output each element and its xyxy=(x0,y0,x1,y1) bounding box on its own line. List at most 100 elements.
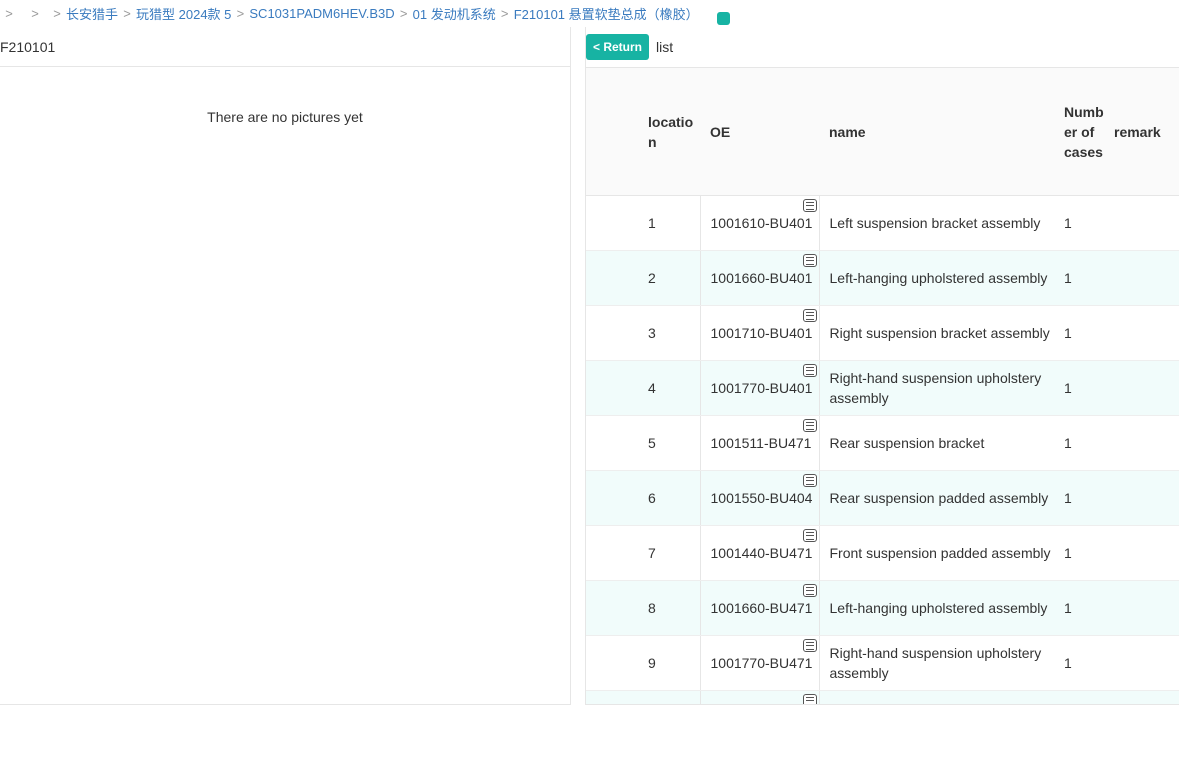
cell-remark xyxy=(1104,690,1179,704)
cell-name-text: Right suspension bracket assembly xyxy=(829,325,1050,341)
table-row[interactable] xyxy=(586,690,1179,704)
cell-oe: 1001511-BU471 xyxy=(699,415,820,471)
document-icon[interactable] xyxy=(802,199,817,212)
header-remark: remark xyxy=(1104,67,1179,196)
cell-number-of-cases-text: 1 xyxy=(1064,380,1072,396)
cell-oe: 1001770-BU471 xyxy=(699,635,820,691)
cell-location: 6 xyxy=(586,470,700,526)
document-icon[interactable] xyxy=(802,254,817,267)
cell-location-text: 6 xyxy=(648,490,656,506)
cell-name-text: Left-hanging upholstered assembly xyxy=(829,600,1048,616)
breadcrumb-item[interactable]: 玩猎型 2024款 5 xyxy=(136,4,231,23)
table-row[interactable]: 3 1001710-BU401 Right suspension bracket a… xyxy=(586,305,1179,361)
chevron-right-icon: > xyxy=(31,6,39,21)
document-icon[interactable] xyxy=(802,309,817,322)
header-number-of-cases: Number of cases xyxy=(1054,67,1104,196)
cell-name: Right-hand suspension upholstery assembl… xyxy=(819,635,1054,691)
cell-name-text: Front suspension padded assembly xyxy=(829,545,1051,561)
cell-number-of-cases: 1 xyxy=(1054,360,1104,416)
cell-number-of-cases: 1 xyxy=(1054,195,1104,251)
table-row[interactable]: 6 1001550-BU404 Rear suspension padded ass… xyxy=(586,470,1179,526)
table-row[interactable]: 7 1001440-BU471 Front suspension padded as… xyxy=(586,525,1179,581)
cell-oe: 1001660-BU471 xyxy=(699,580,820,636)
cell-number-of-cases-text: 1 xyxy=(1064,435,1072,451)
cell-oe: 1001660-BU401 xyxy=(699,250,820,306)
cell-location-text: 9 xyxy=(648,655,656,671)
cell-name-text: Right-hand suspension upholstery assembl… xyxy=(829,645,1042,681)
cell-name-text: Right-hand suspension upholstery assembl… xyxy=(829,370,1042,406)
chevron-right-icon: > xyxy=(123,6,131,21)
list-title: list xyxy=(656,39,674,55)
cell-name: Rear suspension bracket xyxy=(819,415,1054,471)
cell-oe-text: 1001440-BU471 xyxy=(710,545,813,561)
document-icon[interactable] xyxy=(802,419,817,432)
table-row[interactable]: 9 1001770-BU471 Right-hand suspension upho… xyxy=(586,635,1179,691)
image-panel-title: F210101 xyxy=(0,38,56,55)
cell-name: Front suspension padded assembly xyxy=(819,525,1054,581)
table-header-row: location OE name Number of cases remark xyxy=(586,67,1179,196)
cell-oe: 1001550-BU404 xyxy=(699,470,820,526)
cell-number-of-cases: 1 xyxy=(1054,305,1104,361)
cell-name-text: Rear suspension bracket xyxy=(829,435,985,451)
cell-name: Left-hanging upholstered assembly xyxy=(819,580,1054,636)
panel-divider[interactable] xyxy=(571,27,586,705)
cell-remark xyxy=(1104,305,1179,361)
cell-oe-text: 1001550-BU404 xyxy=(710,490,813,506)
cell-name: Right suspension bracket assembly xyxy=(819,305,1054,361)
cell-location-text: 4 xyxy=(648,380,656,396)
cell-number-of-cases-text: 1 xyxy=(1064,325,1072,341)
cell-oe: 1001440-BU471 xyxy=(699,525,820,581)
cell-location-text: 1 xyxy=(648,215,656,231)
document-icon[interactable] xyxy=(802,364,817,377)
chevron-right-icon: > xyxy=(5,6,13,21)
breadcrumb-item[interactable]: 长安猎手 xyxy=(66,4,118,23)
cell-location: 8 xyxy=(586,580,700,636)
cell-number-of-cases: 1 xyxy=(1054,580,1104,636)
cell-name: Right-hand suspension upholstery assembl… xyxy=(819,360,1054,416)
cell-remark xyxy=(1104,580,1179,636)
chevron-right-icon: > xyxy=(399,6,408,21)
chevron-right-icon: > xyxy=(500,6,509,21)
document-icon[interactable] xyxy=(802,694,817,704)
cell-location-text: 8 xyxy=(648,600,656,616)
cell-oe-text: 1001660-BU401 xyxy=(710,270,813,286)
cell-location: 9 xyxy=(586,635,700,691)
cell-location: 1 xyxy=(586,195,700,251)
cell-oe: 1001610-BU401 xyxy=(699,195,820,251)
document-icon[interactable] xyxy=(802,474,817,487)
cell-name: Left suspension bracket assembly xyxy=(819,195,1054,251)
cell-name xyxy=(819,690,1054,704)
return-button[interactable]: < Return xyxy=(586,34,650,60)
table-row[interactable]: 1 1001610-BU401 Left suspension bracket as… xyxy=(586,195,1179,251)
cell-location: 3 xyxy=(586,305,700,361)
breadcrumb-item[interactable]: SC1031PADM6HEV.B3D xyxy=(249,6,394,21)
cell-location-text: 7 xyxy=(648,545,656,561)
header-oe: OE xyxy=(700,67,819,196)
cell-location: 2 xyxy=(586,250,700,306)
cell-oe-text: 1001610-BU401 xyxy=(710,215,813,231)
cell-remark xyxy=(1104,525,1179,581)
document-icon[interactable] xyxy=(802,639,817,652)
breadcrumb-item[interactable]: 01 发动机系统 xyxy=(413,4,496,23)
cell-number-of-cases: 1 xyxy=(1054,415,1104,471)
cell-remark xyxy=(1104,250,1179,306)
cell-remark xyxy=(1104,635,1179,691)
cell-number-of-cases-text: 1 xyxy=(1064,490,1072,506)
table-row[interactable]: 2 1001660-BU401 Left-hanging upholstered a… xyxy=(586,250,1179,306)
table-row[interactable]: 4 1001770-BU401 Right-hand suspension upho… xyxy=(586,360,1179,416)
cell-oe-text: 1001660-BU471 xyxy=(710,600,813,616)
cell-remark xyxy=(1104,415,1179,471)
chevron-right-icon: > xyxy=(53,6,61,21)
table-row[interactable]: 5 1001511-BU471 Rear suspension bracket 1 xyxy=(586,415,1179,471)
table-row[interactable]: 8 1001660-BU471 Left-hanging upholstered a… xyxy=(586,580,1179,636)
document-icon[interactable] xyxy=(802,584,817,597)
image-panel-header: F210101 xyxy=(0,27,570,67)
breadcrumb-item[interactable]: F210101 悬置软垫总成（橡胶） xyxy=(514,4,699,23)
cell-number-of-cases: 1 xyxy=(1054,635,1104,691)
parts-list-panel: < Return list location OE name Number of… xyxy=(586,27,1179,705)
cell-number-of-cases-text: 1 xyxy=(1064,215,1072,231)
cell-number-of-cases: 1 xyxy=(1054,250,1104,306)
cell-number-of-cases xyxy=(1054,690,1104,704)
document-icon[interactable] xyxy=(802,529,817,542)
cell-number-of-cases-text: 1 xyxy=(1064,545,1072,561)
